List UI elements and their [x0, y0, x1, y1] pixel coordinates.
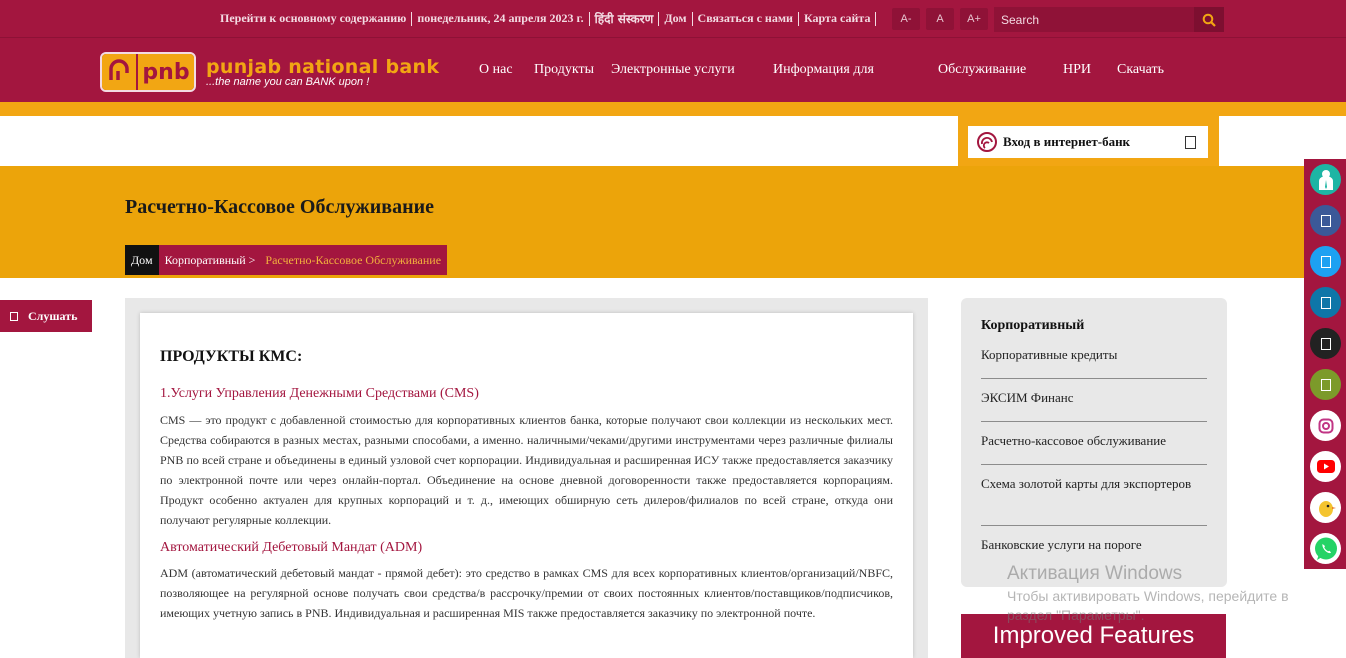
nav-item-nri[interactable]: НРИ: [1063, 62, 1091, 78]
breadcrumb-current: Расчетно-Кассовое Обслуживание: [265, 252, 442, 267]
linkedin-icon[interactable]: [1310, 287, 1341, 318]
login-label: Вход в интернет-банк: [1003, 134, 1131, 149]
sidebar-divider: [981, 421, 1207, 422]
section-text-cms: CMS — это продукт с добавленной стоимост…: [160, 413, 893, 527]
youtube-icon[interactable]: [1310, 451, 1341, 482]
logo-badge: pnb: [100, 52, 196, 92]
koo-icon[interactable]: [1310, 328, 1341, 359]
breadcrumb: Дом Корпоративный > Расчетно-Кассовое Об…: [125, 245, 448, 275]
internet-banking-login-panel: Вход в интернет-банк: [958, 116, 1219, 168]
sidebar-item-cash-management[interactable]: Расчетно-кассовое обслуживание: [981, 432, 1207, 450]
instagram-icon[interactable]: [1310, 410, 1341, 441]
main-header: pnb punjab national bank ...the name you…: [0, 38, 1346, 102]
whatsapp-icon[interactable]: [1310, 533, 1341, 564]
header-accent-strip: [0, 102, 1346, 116]
contact-link[interactable]: Связаться с нами: [698, 11, 793, 26]
divider: [588, 11, 590, 26]
sidebar-divider: [981, 378, 1207, 379]
listen-button[interactable]: Слушать: [0, 300, 92, 332]
koo-bird-icon[interactable]: [1310, 492, 1341, 523]
listen-label: Слушать: [28, 308, 78, 323]
sidebar-title: Корпоративный: [981, 318, 1085, 333]
pnb-logo[interactable]: pnb punjab national bank ...the name you…: [100, 52, 439, 92]
nav-item-e-services[interactable]: Электронные услуги: [611, 62, 735, 78]
search-icon: [1202, 13, 1216, 27]
home-link[interactable]: Дом: [664, 11, 686, 26]
content-card: ПРОДУКТЫ КМС: 1.Услуги Управления Денежн…: [140, 313, 913, 658]
current-date: понедельник, 24 апреля 2023 г.: [417, 11, 584, 25]
android-icon[interactable]: [1310, 369, 1341, 400]
divider: [691, 11, 693, 26]
content-heading: ПРОДУКТЫ КМС:: [160, 348, 303, 365]
person-icon[interactable]: [1310, 164, 1341, 195]
search-input[interactable]: Search: [994, 13, 1194, 27]
top-utility-bar: Перейти к основному содержанию понедельн…: [0, 0, 1346, 38]
sidebar-menu: Корпоративный Корпоративные кредиты ЭКСИ…: [961, 298, 1227, 587]
nav-item-service[interactable]: Обслуживание: [938, 62, 1026, 78]
sidebar-item-corporate-loans[interactable]: Корпоративные кредиты: [981, 346, 1207, 364]
page-title: Расчетно-Кассовое Обслуживание: [125, 196, 435, 218]
logo-badge-text: pnb: [138, 54, 194, 90]
search-button[interactable]: [1194, 7, 1224, 32]
sidebar-divider: [981, 525, 1207, 526]
nav-item-products[interactable]: Продукты: [534, 62, 594, 78]
breadcrumb-corporate[interactable]: Корпоративный >: [159, 245, 262, 275]
divider: [658, 11, 660, 26]
fingerprint-icon: [977, 132, 997, 152]
sidebar-item-doorstep-banking[interactable]: Банковские услуги на пороге: [981, 536, 1207, 554]
search-box: Search: [994, 7, 1224, 32]
font-increase-button[interactable]: A+: [960, 8, 988, 30]
nav-item-info-for[interactable]: Информация для: [773, 62, 874, 78]
logo-emblem-icon: [102, 54, 136, 90]
section-title-adm: Автоматический Дебетовый Мандат (ADM): [160, 540, 423, 555]
section-title-cms: 1.Услуги Управления Денежными Средствами…: [160, 386, 479, 401]
divider: [797, 11, 799, 26]
twitter-icon[interactable]: [1310, 246, 1341, 277]
social-sidebar: [1304, 159, 1346, 569]
page-banner: Расчетно-Кассовое Обслуживание Дом Корпо…: [0, 166, 1346, 278]
font-decrease-button[interactable]: A-: [892, 8, 920, 30]
external-link-icon: [1185, 135, 1196, 149]
windows-activation-text: Чтобы активировать Windows, перейдите в …: [1007, 588, 1289, 623]
bank-name: punjab national bank: [206, 56, 440, 78]
sidebar-divider: [981, 464, 1207, 465]
font-normal-button[interactable]: A: [926, 8, 954, 30]
hindi-version-link[interactable]: हिंदी संस्करण: [595, 10, 654, 27]
speaker-icon: [10, 311, 18, 321]
internet-banking-login-button[interactable]: Вход в интернет-банк: [968, 126, 1208, 158]
windows-activation-title: Активация Windows: [1007, 563, 1183, 584]
sitemap-link[interactable]: Карта сайта: [804, 11, 871, 26]
sidebar-item-exim-finance[interactable]: ЭКСИМ Финанс: [981, 389, 1207, 407]
divider: [875, 11, 877, 26]
font-size-controls: A- A A+: [892, 8, 988, 30]
divider: [411, 11, 413, 26]
breadcrumb-home[interactable]: Дом: [125, 245, 159, 275]
utility-links: Перейти к основному содержанию понедельн…: [220, 10, 881, 27]
logo-text: punjab national bank ...the name you can…: [206, 56, 439, 88]
facebook-icon[interactable]: [1310, 205, 1341, 236]
skip-to-content-link[interactable]: Перейти к основному содержанию: [220, 11, 406, 26]
nav-item-about[interactable]: О нас: [479, 62, 513, 78]
nav-item-download[interactable]: Скачать: [1117, 62, 1164, 78]
sidebar-item-gold-card-scheme[interactable]: Схема золотой карты для экспортеров: [981, 475, 1207, 493]
section-text-adm: ADM (автоматический дебетовый мандат - п…: [160, 566, 893, 620]
